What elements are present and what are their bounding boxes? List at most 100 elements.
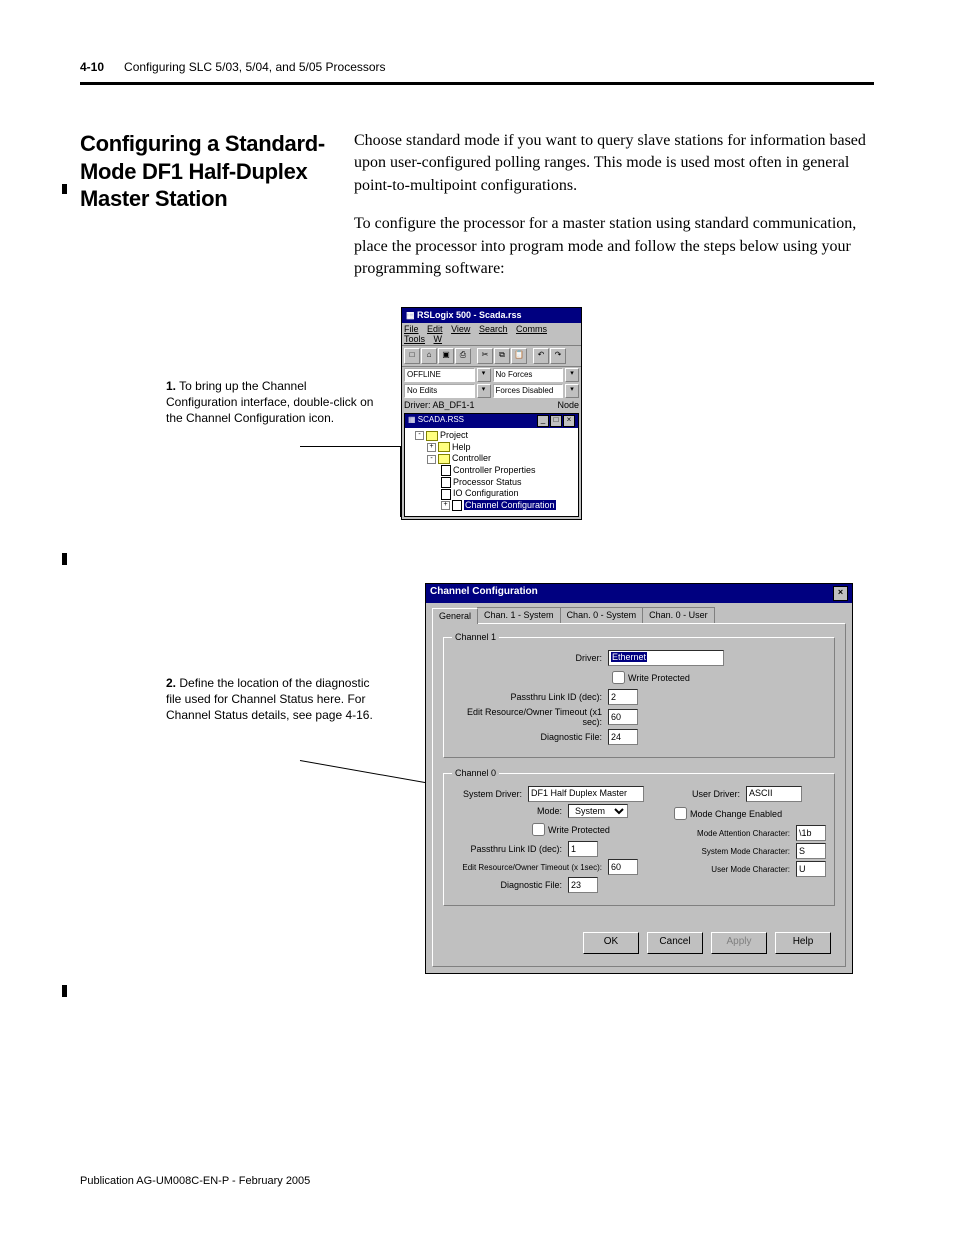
tab-chan0-system[interactable]: Chan. 0 - System xyxy=(560,607,644,623)
tab-general[interactable]: General xyxy=(432,608,478,624)
open-icon[interactable]: ⌂ xyxy=(421,348,437,364)
page-number: 4-10 xyxy=(80,60,104,74)
dialog-panel: Channel 1 Driver: Ethernet Write Protect… xyxy=(432,623,846,967)
ch0-passthru-label: Passthru Link ID (dec): xyxy=(452,844,568,854)
forces-disabled-status: Forces Disabled xyxy=(493,384,564,398)
section-heading: Configuring a Standard-Mode DF1 Half-Dup… xyxy=(80,130,340,213)
undo-icon[interactable]: ↶ xyxy=(533,348,549,364)
tree-controller-props[interactable]: Controller Properties xyxy=(453,465,536,475)
ch1-write-protected-checkbox[interactable] xyxy=(612,671,625,684)
menu-edit[interactable]: Edit xyxy=(427,324,443,334)
page-icon xyxy=(441,477,451,488)
driver-label: Driver: AB_DF1-1 xyxy=(404,400,475,410)
project-tree[interactable]: -Project +Help -Controller Controller Pr… xyxy=(405,428,578,516)
paste-icon[interactable]: 📋 xyxy=(511,348,527,364)
ok-button[interactable]: OK xyxy=(583,932,639,954)
ch0-timeout-label: Edit Resource/Owner Timeout (x 1sec): xyxy=(452,863,608,872)
dropdown-icon[interactable]: ▾ xyxy=(477,384,491,398)
redo-icon[interactable]: ↷ xyxy=(550,348,566,364)
ch1-write-protected-label: Write Protected xyxy=(628,673,690,683)
close-icon[interactable]: × xyxy=(563,415,575,427)
menubar[interactable]: File Edit View Search Comms Tools W xyxy=(402,323,581,346)
ch1-diag-input[interactable] xyxy=(608,729,638,745)
channel0-group: Channel 0 System Driver: DF1 Half Duplex… xyxy=(443,768,835,906)
ch1-driver-field[interactable]: Ethernet xyxy=(608,650,724,666)
tree-help[interactable]: Help xyxy=(452,442,471,452)
dialog-titlebar: Channel Configuration × xyxy=(426,584,852,603)
ch1-timeout-input[interactable] xyxy=(608,709,638,725)
ch0-modeattn-label: Mode Attention Character: xyxy=(670,829,796,838)
channel1-group: Channel 1 Driver: Ethernet Write Protect… xyxy=(443,632,835,758)
change-bar xyxy=(62,553,67,565)
menu-file[interactable]: File xyxy=(404,324,419,334)
forces-status: No Forces xyxy=(493,368,564,382)
ch0-userdriver-label: User Driver: xyxy=(670,789,746,799)
change-bar xyxy=(62,184,67,194)
ch0-mode-label: Mode: xyxy=(452,806,568,816)
save-icon[interactable]: ▣ xyxy=(438,348,454,364)
ch0-diag-input[interactable] xyxy=(568,877,598,893)
ch0-sysmodechar-input[interactable] xyxy=(796,843,826,859)
leader-line xyxy=(300,446,400,447)
menu-comms[interactable]: Comms xyxy=(516,324,547,334)
menu-search[interactable]: Search xyxy=(479,324,508,334)
ch0-userdriver-field[interactable]: ASCII xyxy=(746,786,802,802)
ch0-write-protected-checkbox[interactable] xyxy=(532,823,545,836)
ch1-timeout-label: Edit Resource/Owner Timeout (x1 sec): xyxy=(452,707,608,727)
ch0-passthru-input[interactable] xyxy=(568,841,598,857)
copy-icon[interactable]: ⧉ xyxy=(494,348,510,364)
new-icon[interactable]: □ xyxy=(404,348,420,364)
dropdown-icon[interactable]: ▾ xyxy=(565,384,579,398)
app-icon: ▦ xyxy=(406,310,417,320)
ch0-diag-label: Diagnostic File: xyxy=(452,880,568,890)
rslogix-titlebar: ▦ RSLogix 500 - Scada.rss xyxy=(402,308,581,323)
tree-channel-config[interactable]: Channel Configuration xyxy=(464,500,556,510)
status-row-1: OFFLINE ▾ No Forces ▾ xyxy=(402,367,581,383)
help-button[interactable]: Help xyxy=(775,932,831,954)
ch0-timeout-input[interactable] xyxy=(608,859,638,875)
edits-status: No Edits xyxy=(404,384,475,398)
chapter-title: Configuring SLC 5/03, 5/04, and 5/05 Pro… xyxy=(124,60,386,74)
body-text: Choose standard mode if you want to quer… xyxy=(354,130,874,296)
status-row-2: No Edits ▾ Forces Disabled ▾ xyxy=(402,383,581,399)
callout-1: 1. To bring up the Channel Configuration… xyxy=(166,378,381,427)
ch0-sysdriver-field[interactable]: DF1 Half Duplex Master xyxy=(528,786,644,802)
ch0-mode-select[interactable]: System xyxy=(568,804,628,818)
offline-status: OFFLINE xyxy=(404,368,475,382)
menu-tools[interactable]: Tools xyxy=(404,334,425,344)
minimize-icon[interactable]: _ xyxy=(537,415,549,427)
menu-w[interactable]: W xyxy=(434,334,443,344)
change-bar xyxy=(62,985,67,997)
ch0-usermodechar-input[interactable] xyxy=(796,861,826,877)
tree-io-config[interactable]: IO Configuration xyxy=(453,488,519,498)
dialog-tabs: General Chan. 1 - System Chan. 0 - Syste… xyxy=(426,603,852,623)
rslogix-window: ▦ RSLogix 500 - Scada.rss File Edit View… xyxy=(401,307,582,520)
channel-config-dialog: Channel Configuration × General Chan. 1 … xyxy=(425,583,853,974)
page-icon xyxy=(452,500,462,511)
ch1-passthru-input[interactable] xyxy=(608,689,638,705)
dropdown-icon[interactable]: ▾ xyxy=(477,368,491,382)
tree-controller[interactable]: Controller xyxy=(452,453,491,463)
ch1-diag-label: Diagnostic File: xyxy=(452,732,608,742)
maximize-icon[interactable]: □ xyxy=(550,415,562,427)
menu-view[interactable]: View xyxy=(451,324,470,334)
ch0-write-protected-label: Write Protected xyxy=(548,825,610,835)
tree-project[interactable]: Project xyxy=(440,430,468,440)
close-icon[interactable]: × xyxy=(833,586,848,601)
print-icon[interactable]: ⎙ xyxy=(455,348,471,364)
dropdown-icon[interactable]: ▾ xyxy=(565,368,579,382)
driver-row: Driver: AB_DF1-1 Node xyxy=(402,399,581,411)
ch0-modechange-checkbox[interactable] xyxy=(674,807,687,820)
ch0-sysdriver-label: System Driver: xyxy=(452,789,528,799)
cut-icon[interactable]: ✂ xyxy=(477,348,493,364)
cancel-button[interactable]: Cancel xyxy=(647,932,703,954)
tab-chan0-user[interactable]: Chan. 0 - User xyxy=(642,607,715,623)
ch1-driver-label: Driver: xyxy=(452,653,608,663)
page-icon xyxy=(441,465,451,476)
apply-button[interactable]: Apply xyxy=(711,932,767,954)
ch0-modeattn-input[interactable] xyxy=(796,825,826,841)
tree-processor-status[interactable]: Processor Status xyxy=(453,477,522,487)
ch1-passthru-label: Passthru Link ID (dec): xyxy=(452,692,608,702)
tab-chan1-system[interactable]: Chan. 1 - System xyxy=(477,607,561,623)
toolbar: □ ⌂ ▣ ⎙ ✂ ⧉ 📋 ↶ ↷ xyxy=(402,346,581,367)
